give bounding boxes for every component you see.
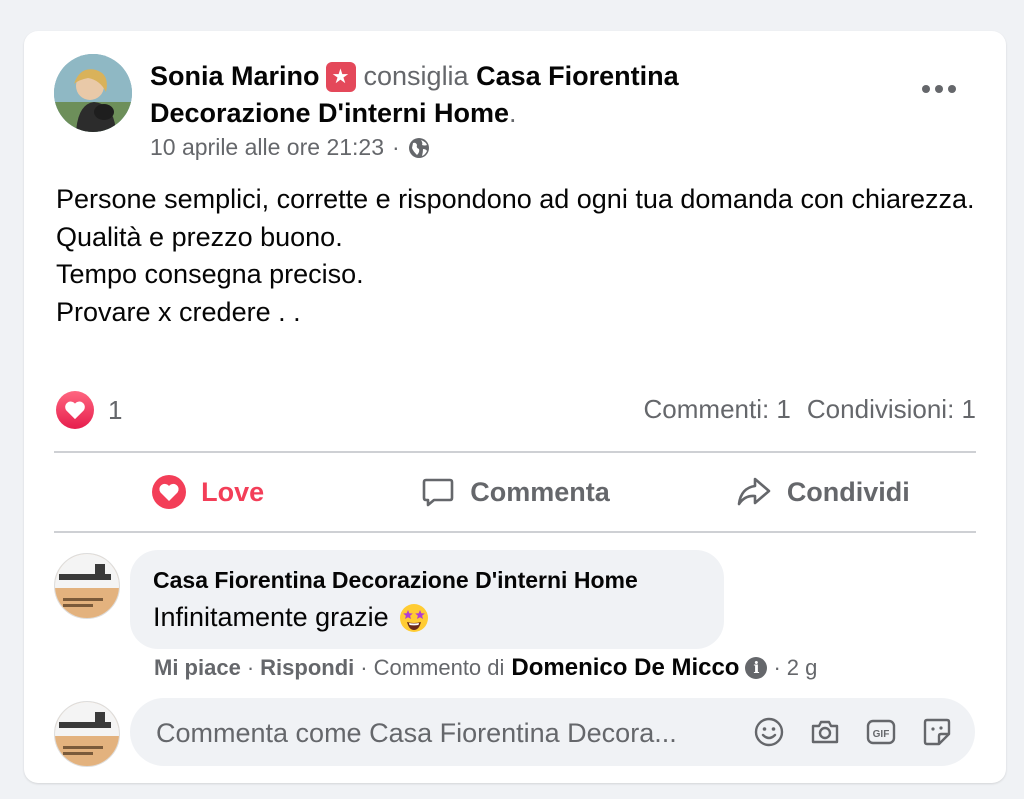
post-line: Persone semplici, corrette e rispondono …	[56, 184, 975, 214]
action-bar: Love Commenta Condividi	[54, 454, 976, 530]
meta-separator: ·	[246, 655, 255, 680]
meta-separator: ·	[392, 134, 400, 160]
heart-icon	[152, 475, 187, 509]
post-line: Qualità e prezzo buono.	[56, 221, 343, 252]
info-icon[interactable]: i	[745, 657, 768, 679]
author-name[interactable]: Sonia Marino	[150, 61, 320, 91]
post-body: Persone semplici, corrette e rispondono …	[56, 181, 976, 331]
more-icon	[922, 85, 930, 93]
globe-icon	[408, 137, 429, 158]
recommend-star-icon: ★	[325, 62, 356, 92]
post-meta: 10 aprile alle ore 21:23 ·	[150, 134, 430, 161]
post-line: Tempo consegna preciso.	[56, 259, 364, 289]
comment-text: Infinitamente grazie	[153, 602, 429, 633]
share-button[interactable]: Condividi	[669, 454, 976, 530]
comment-like-link[interactable]: Mi piace	[154, 655, 241, 681]
comment-meta: Mi piace · Rispondi · Commento di Domeni…	[154, 654, 817, 682]
post-stats: Commenti: 1 Condivisioni: 1	[644, 394, 976, 425]
comment-age[interactable]: 2 g	[787, 655, 818, 681]
comment-author[interactable]: Casa Fiorentina Decorazione D'interni Ho…	[153, 567, 638, 594]
emoji-icon[interactable]	[752, 715, 786, 749]
sticker-icon[interactable]	[920, 715, 954, 749]
recommends-verb: consiglia	[363, 61, 469, 91]
post-header: Sonia Marino ★ consiglia Casa Fiorentina D…	[150, 58, 830, 132]
heart-reaction-icon	[56, 391, 94, 429]
comment-by-label: Commento di	[373, 655, 505, 680]
gif-icon[interactable]: GIF	[864, 715, 898, 749]
composer-tools: GIF	[752, 715, 954, 749]
comment-label: Commenta	[470, 476, 610, 507]
meta-separator: ·	[360, 655, 368, 680]
comment-bubble: Casa Fiorentina Decorazione D'interni Ho…	[130, 550, 724, 649]
love-button[interactable]: Love	[54, 454, 361, 530]
post-card: Sonia Marino ★ consiglia Casa Fiorentina D…	[24, 31, 1006, 783]
post-timestamp[interactable]: 10 aprile alle ore 21:23	[150, 134, 384, 161]
reaction-count: 1	[108, 394, 123, 425]
share-label: Condividi	[786, 476, 910, 507]
comment-button[interactable]: Commenta	[361, 454, 668, 530]
commenter-avatar[interactable]	[54, 553, 120, 619]
camera-icon[interactable]	[808, 715, 842, 749]
comments-count[interactable]: Commenti: 1	[644, 394, 791, 425]
svg-text:GIF: GIF	[873, 729, 890, 740]
comment-input[interactable]	[154, 710, 738, 756]
share-icon	[737, 477, 771, 506]
comment-by-name[interactable]: Domenico De Micco	[511, 654, 739, 682]
love-label: Love	[201, 476, 265, 507]
star-struck-emoji-icon	[399, 603, 428, 632]
divider	[54, 451, 976, 453]
author-avatar[interactable]	[54, 54, 132, 132]
more-options-button[interactable]	[914, 71, 964, 107]
comment-reply-link[interactable]: Rispondi	[260, 655, 354, 681]
shares-count[interactable]: Condivisioni: 1	[807, 394, 976, 425]
header-period: .	[509, 98, 517, 128]
meta-separator: ·	[773, 655, 781, 680]
post-line: Provare x credere . .	[56, 296, 301, 327]
composer-avatar[interactable]	[54, 701, 120, 767]
divider	[54, 531, 976, 533]
comment-body: Infinitamente grazie	[153, 602, 389, 632]
comment-composer: GIF	[130, 698, 975, 766]
comment-icon	[422, 478, 454, 507]
reaction-summary[interactable]: 1	[56, 391, 122, 429]
